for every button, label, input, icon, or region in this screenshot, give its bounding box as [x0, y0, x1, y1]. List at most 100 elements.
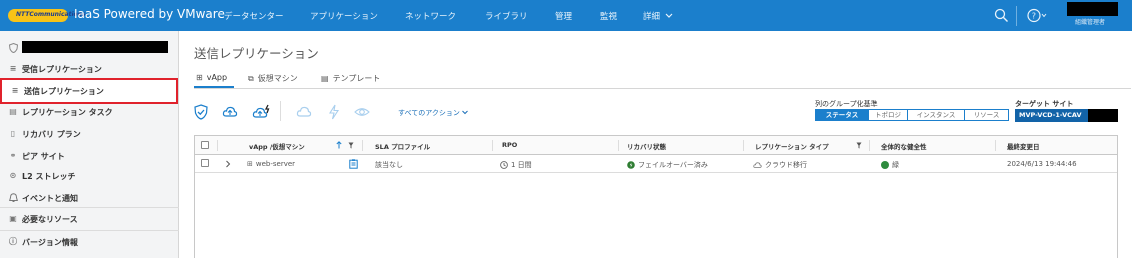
nav-more[interactable]: 詳細 — [643, 10, 673, 22]
filter-icon[interactable] — [856, 142, 862, 149]
column-separator — [995, 140, 996, 151]
nav-monitor[interactable]: 監視 — [600, 10, 617, 22]
nav-admin[interactable]: 管理 — [555, 10, 572, 22]
user-name-redacted[interactable] — [1067, 2, 1118, 16]
top-header: NTTCommunications IaaS Powered by VMware… — [0, 0, 1132, 31]
info-icon: ⓘ — [9, 237, 17, 246]
help-icon[interactable]: ? — [1027, 8, 1047, 23]
table-row[interactable]: ⊞ web-server 該当なし 1 日間 フェイルオーバー済み クラウド移行… — [195, 155, 1117, 173]
tab-label: vApp — [206, 73, 228, 82]
site-name-redacted — [22, 41, 168, 53]
vapp-icon: ⊞ — [247, 160, 253, 168]
chevron-down-icon — [462, 110, 468, 115]
sidebar-item-peer-sites[interactable]: ⚭ ピア サイト — [0, 145, 179, 167]
column-separator — [217, 140, 218, 151]
shield-check-icon[interactable] — [193, 104, 209, 120]
recovery-state-value: フェイルオーバー済み — [638, 161, 708, 169]
outbound-icon: ≡ — [11, 86, 19, 95]
column-separator — [492, 140, 493, 151]
user-role: 組織管理者 — [1075, 19, 1106, 26]
stretch-icon: ⊙ — [9, 171, 17, 180]
group-by-label: 列のグループ化基準 — [815, 100, 878, 108]
cell-rpo: 1 日間 — [500, 160, 532, 170]
sidebar-item-label: イベントと通知 — [22, 193, 78, 203]
tab-label: テンプレート — [332, 74, 381, 83]
chevron-right-icon[interactable] — [225, 160, 231, 168]
cloud-failover-icon[interactable] — [252, 104, 272, 120]
app-title[interactable]: IaaS Powered by VMware — [74, 7, 225, 21]
sidebar-item-label: レプリケーション タスク — [22, 107, 113, 117]
sidebar-item-tasks[interactable]: ▤ レプリケーション タスク — [0, 101, 179, 123]
sidebar-item-recovery-plans[interactable]: ▯ リカバリ プラン — [0, 123, 179, 145]
sidebar-item-version[interactable]: ⓘ バージョン情報 — [0, 231, 179, 253]
col-header-vapp[interactable]: vApp /仮想マシン — [249, 141, 305, 151]
sidebar-item-resources[interactable]: ▣ 必要なリソース — [0, 208, 179, 230]
failover-status-icon — [627, 161, 635, 169]
col-header-last-modified[interactable]: 最終変更日 — [1007, 141, 1040, 151]
sidebar-item-inbound[interactable]: ≡ 受信レプリケーション — [0, 58, 179, 80]
all-actions-menu[interactable]: すべてのアクション — [398, 108, 468, 118]
header-divider — [1016, 6, 1017, 26]
cloud-icon-disabled[interactable] — [296, 104, 312, 120]
bell-icon — [8, 193, 18, 203]
group-by-resource[interactable]: リソース — [964, 109, 1009, 121]
search-icon[interactable] — [994, 8, 1009, 23]
nav-applications[interactable]: アプリケーション — [310, 10, 378, 22]
group-by-status[interactable]: ステータス — [815, 109, 869, 121]
column-separator — [618, 140, 619, 151]
nav-more-label: 詳細 — [643, 12, 661, 22]
row-checkbox[interactable] — [201, 159, 209, 167]
nav-network[interactable]: ネットワーク — [405, 10, 456, 22]
plan-icon: ▯ — [10, 129, 16, 138]
group-by-topology[interactable]: トポロジ — [868, 109, 908, 121]
health-check-icon — [881, 161, 889, 169]
sidebar-item-events[interactable]: イベントと通知 — [0, 187, 179, 209]
filter-icon[interactable] — [348, 142, 354, 149]
rpo-value: 1 日間 — [511, 161, 532, 169]
sidebar-item-label: 送信レプリケーション — [24, 86, 104, 96]
lightning-icon-disabled[interactable] — [326, 104, 342, 120]
sidebar-item-label: リカバリ プラン — [22, 129, 81, 139]
replication-grid: vApp /仮想マシン SLA プロファイル RPO リカバリ状態 レプリケーシ… — [194, 135, 1118, 258]
nav-library[interactable]: ライブラリ — [485, 10, 528, 22]
nav-datacenter[interactable]: データセンター — [224, 10, 284, 22]
cloud-upload-icon[interactable] — [222, 104, 238, 120]
tabs-divider — [194, 88, 1131, 89]
eye-icon-disabled[interactable] — [354, 104, 370, 120]
tab-template[interactable]: ▤ テンプレート — [321, 73, 380, 84]
cloud-icon — [753, 162, 762, 168]
all-actions-label: すべてのアクション — [398, 109, 460, 117]
replication-type-value: クラウド移行 — [765, 161, 807, 169]
sidebar-item-label: 受信レプリケーション — [22, 64, 102, 74]
peer-icon: ⚭ — [9, 151, 17, 160]
cell-replication-type: クラウド移行 — [753, 160, 807, 170]
col-header-rpo[interactable]: RPO — [502, 141, 517, 149]
col-header-health[interactable]: 全体的な健全性 — [881, 141, 927, 151]
sla-edit-icon[interactable] — [349, 159, 358, 169]
cell-vapp-name[interactable]: ⊞ web-server — [247, 160, 295, 168]
company-logo: NTTCommunications — [8, 9, 85, 22]
sidebar: ≡ 受信レプリケーション ≡ 送信レプリケーション ▤ レプリケーション タスク… — [0, 31, 179, 258]
cell-sla: 該当なし — [375, 161, 403, 169]
select-all-checkbox[interactable] — [201, 141, 209, 149]
resource-icon: ▣ — [9, 214, 17, 223]
shield-icon — [8, 42, 18, 54]
sort-asc-icon[interactable] — [336, 141, 342, 149]
tab-vm[interactable]: ⧉ 仮想マシン — [248, 73, 298, 84]
cell-recovery-state: フェイルオーバー済み — [627, 160, 708, 170]
health-value: 緑 — [892, 161, 899, 169]
toolbar-divider — [280, 101, 281, 121]
sidebar-item-label: L2 ストレッチ — [22, 171, 76, 181]
col-header-replication-type[interactable]: レプリケーション タイプ — [755, 141, 829, 151]
vapp-name: web-server — [255, 160, 296, 168]
group-by-instance[interactable]: インスタンス — [907, 109, 965, 121]
vapp-icon: ⊞ — [196, 73, 203, 82]
inbound-icon: ≡ — [9, 64, 17, 73]
sidebar-item-l2-stretch[interactable]: ⊙ L2 ストレッチ — [0, 165, 179, 187]
tab-vapp[interactable]: ⊞ vApp — [196, 73, 227, 82]
svg-text:?: ? — [1032, 12, 1036, 21]
sidebar-item-label: バージョン情報 — [22, 237, 78, 247]
col-header-recovery-state[interactable]: リカバリ状態 — [627, 141, 666, 151]
col-header-sla[interactable]: SLA プロファイル — [375, 141, 430, 151]
cell-last-modified: 2024/6/13 19:44:46 — [1007, 160, 1077, 168]
